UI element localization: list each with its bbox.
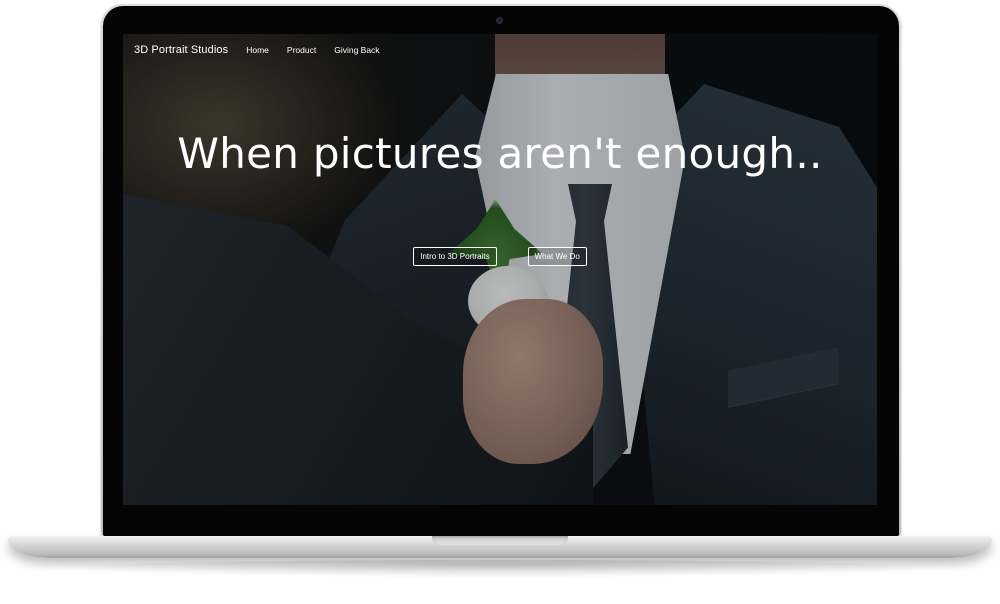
- intro-3d-portraits-button[interactable]: Intro to 3D Portraits: [413, 247, 497, 266]
- nav-product[interactable]: Product: [287, 45, 316, 55]
- laptop-shadow: [40, 560, 960, 578]
- browser-viewport: 3D Portrait Studios Home Product Giving …: [123, 34, 877, 505]
- brand-link[interactable]: 3D Portrait Studios: [134, 44, 228, 56]
- hero-headline: When pictures aren't enough..: [177, 129, 823, 178]
- hero-background-photo: [123, 34, 877, 505]
- device-mockup: 3D Portrait Studios Home Product Giving …: [0, 0, 1000, 604]
- what-we-do-button[interactable]: What We Do: [527, 247, 587, 266]
- hero-overlay: [123, 34, 877, 505]
- hero-buttons: Intro to 3D Portraits What We Do: [123, 247, 877, 266]
- laptop-notch: [432, 536, 568, 545]
- camera-icon: [496, 17, 503, 24]
- top-nav: 3D Portrait Studios Home Product Giving …: [134, 44, 380, 56]
- nav-giving-back[interactable]: Giving Back: [334, 45, 379, 55]
- nav-home[interactable]: Home: [246, 45, 269, 55]
